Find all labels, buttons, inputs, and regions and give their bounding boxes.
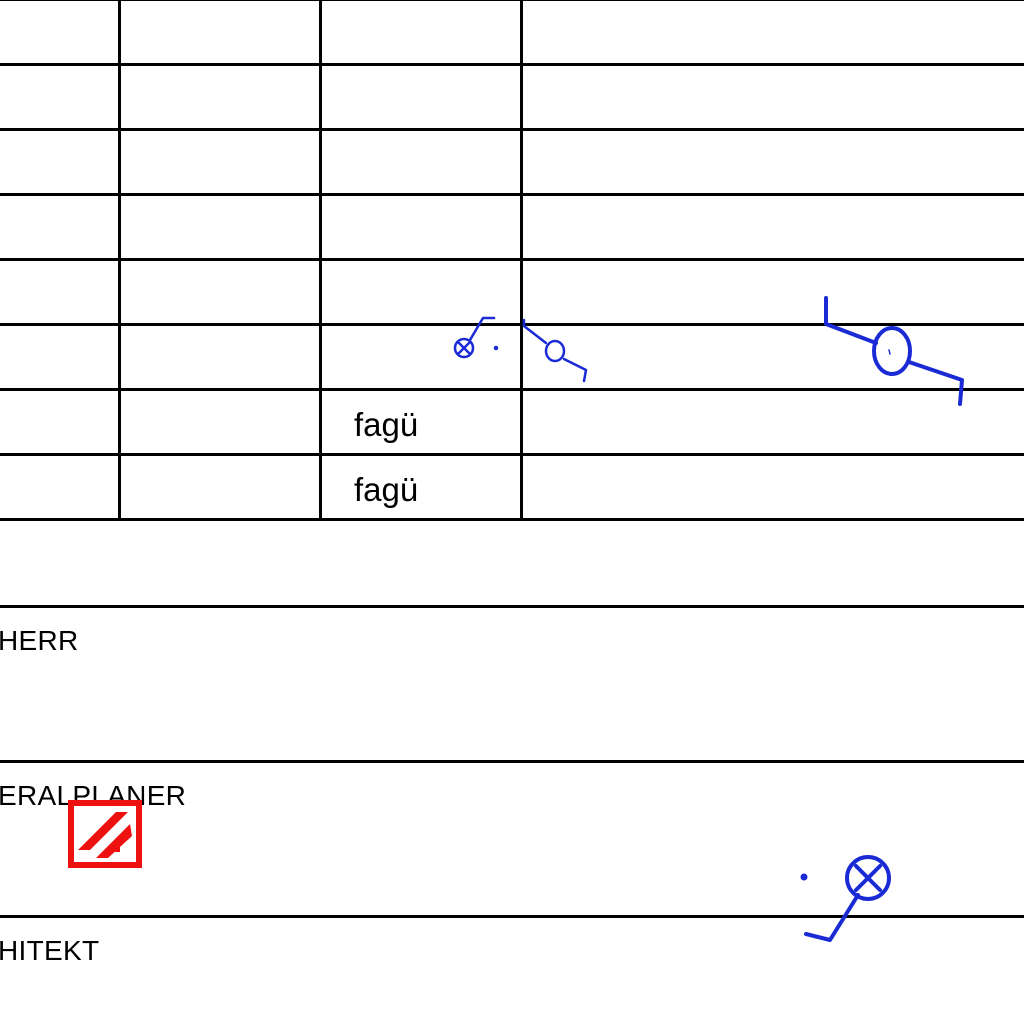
- pen-markup-icon[interactable]: [453, 316, 499, 359]
- pen-markup-layer: [453, 296, 964, 942]
- pen-markup-icon[interactable]: [824, 296, 964, 406]
- pen-markup-icon[interactable]: [800, 855, 891, 942]
- pen-markup-icon[interactable]: [522, 318, 588, 383]
